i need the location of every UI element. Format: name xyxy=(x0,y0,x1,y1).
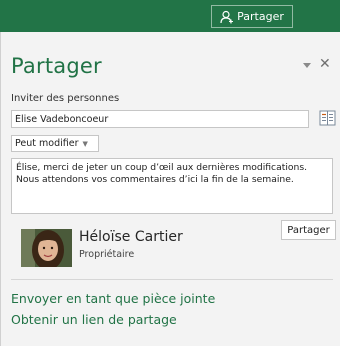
message-field[interactable]: Élise, merci de jeter un coup d’œil aux … xyxy=(11,158,333,214)
send-as-attachment-link[interactable]: Envoyer en tant que pièce jointe xyxy=(11,291,215,306)
owner-role: Propriétaire xyxy=(79,249,135,260)
share-panel: Partager ✕ Inviter des personnes Peut mo… xyxy=(0,32,340,346)
top-bar: Partager xyxy=(0,0,340,32)
person-add-icon xyxy=(220,10,234,24)
permission-value: Peut modifier xyxy=(15,138,79,149)
get-share-link[interactable]: Obtenir un lien de partage xyxy=(11,312,177,327)
panel-title: Partager xyxy=(11,54,102,78)
owner-name: Héloïse Cartier xyxy=(79,229,183,245)
address-book-icon[interactable] xyxy=(319,110,336,126)
avatar xyxy=(21,229,72,267)
invite-input[interactable] xyxy=(11,110,309,128)
permission-dropdown[interactable]: Peut modifier ▼ xyxy=(11,135,99,152)
pin-dropdown-icon[interactable] xyxy=(302,60,312,70)
top-share-label: Partager xyxy=(237,10,284,23)
divider xyxy=(11,279,333,280)
share-button[interactable]: Partager xyxy=(281,220,336,240)
close-icon[interactable]: ✕ xyxy=(319,56,331,72)
invite-label: Inviter des personnes xyxy=(11,93,120,104)
chevron-down-icon: ▼ xyxy=(82,139,88,148)
top-share-button[interactable]: Partager xyxy=(211,5,293,28)
